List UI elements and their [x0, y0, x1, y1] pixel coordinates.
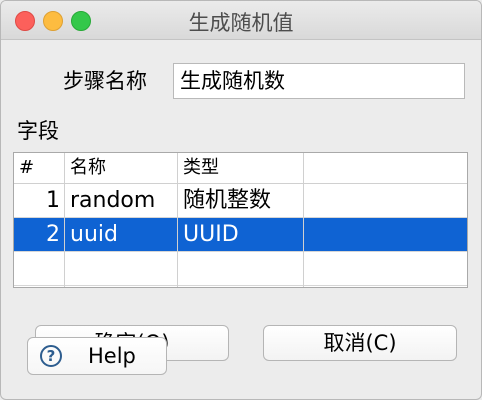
row-index: 2 [46, 222, 60, 247]
column-header-index[interactable]: # [14, 153, 64, 183]
row-type: 随机整数 [183, 188, 272, 213]
row-name: uuid [70, 222, 118, 247]
row-index: 1 [46, 188, 60, 213]
row-name: random [70, 188, 156, 213]
cancel-button[interactable]: 取消(C) [263, 325, 457, 361]
dialog-window: 生成随机值 步骤名称 生成随机数 字段 # 名称 类型 1 random 随机整… [0, 0, 482, 400]
column-header-name[interactable]: 名称 [65, 153, 177, 183]
table-row-selected[interactable]: 2 uuid UUID [14, 218, 467, 252]
fields-section-label: 字段 [17, 119, 59, 143]
help-label: Help [88, 344, 136, 368]
step-name-input[interactable]: 生成随机数 [173, 63, 465, 99]
fields-table: # 名称 类型 1 random 随机整数 2 uuid UUID [13, 152, 468, 288]
window-title: 生成随机值 [188, 11, 294, 35]
table-row[interactable]: 1 random 随机整数 [14, 184, 467, 218]
column-divider [177, 153, 178, 287]
row-type: UUID [183, 222, 239, 247]
help-button[interactable]: ? Help [27, 337, 167, 375]
table-header: # 名称 类型 [14, 153, 467, 184]
column-header-type[interactable]: 类型 [178, 153, 303, 183]
question-circle-icon: ? [40, 345, 62, 367]
column-divider [303, 153, 304, 287]
title-bar[interactable]: 生成随机值 [1, 1, 481, 40]
column-divider [64, 153, 65, 287]
step-name-label: 步骤名称 [63, 69, 147, 93]
table-row-empty[interactable] [14, 252, 467, 286]
